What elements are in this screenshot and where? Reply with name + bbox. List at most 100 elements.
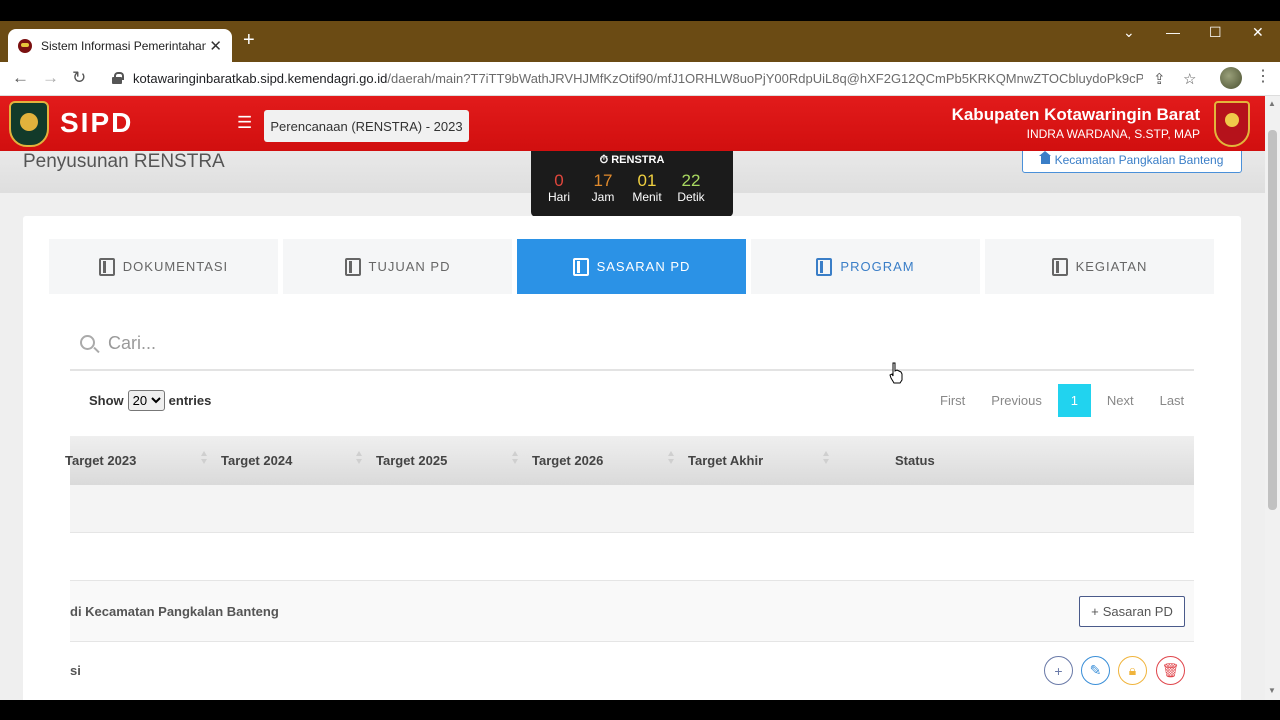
page-size-select[interactable]: 20: [127, 390, 165, 411]
timer-value: 0: [554, 171, 564, 190]
add-sasaran-button[interactable]: + Sasaran PD: [1079, 596, 1185, 627]
sort-icon[interactable]: [356, 451, 362, 465]
tab-kegiatan[interactable]: KEGIATAN: [985, 239, 1214, 294]
table-header: Target 2023 Target 2024 Target 2025 Targ…: [65, 436, 1194, 485]
letterbox-bottom: [0, 700, 1280, 720]
group-row-label: di Kecamatan Pangkalan Banteng: [70, 604, 279, 619]
tab-close-icon[interactable]: ✕: [209, 37, 222, 55]
lock-icon: [112, 72, 124, 84]
site-favicon-icon: [18, 38, 32, 53]
timer-cell: 17 Jam: [581, 171, 625, 205]
document-icon: [344, 257, 361, 276]
item-row-label: si: [70, 663, 81, 678]
brand-logo-text[interactable]: SIPD: [60, 107, 133, 139]
tab-label: KEGIATAN: [1075, 259, 1148, 274]
period-button[interactable]: Perencanaan (RENSTRA) - 2023: [264, 110, 469, 142]
column-header[interactable]: Status: [895, 453, 935, 468]
lock-toggle-icon[interactable]: 🔒︎: [1118, 656, 1147, 685]
table-row: [70, 533, 1194, 581]
pager-next[interactable]: Next: [1094, 393, 1147, 408]
share-icon[interactable]: ⇪: [1153, 70, 1166, 88]
bookmark-star-icon[interactable]: ☆: [1183, 70, 1196, 88]
minimize-button[interactable]: —: [1166, 24, 1180, 40]
screen: Sistem Informasi Pemerintahan D ✕ + ⌄ — …: [0, 0, 1280, 720]
timer-cells: 0 Hari 17 Jam 01 Menit 22 Detik: [537, 171, 713, 205]
column-header[interactable]: Target 2025: [376, 453, 447, 468]
document-icon: [816, 257, 833, 276]
column-header[interactable]: Target 2023: [65, 453, 136, 468]
region-name: Kabupaten Kotawaringin Barat: [951, 105, 1200, 124]
url-host: kotawaringinbaratkab.sipd.kemendagri.go.…: [133, 71, 388, 86]
close-window-button[interactable]: ✕: [1252, 24, 1264, 41]
sort-icon[interactable]: [823, 451, 829, 465]
column-header[interactable]: Target 2024: [221, 453, 292, 468]
search-input[interactable]: [108, 333, 708, 354]
timer-cell: 0 Hari: [537, 171, 581, 205]
user-name: INDRA WARDANA, S.STP, MAP: [1026, 127, 1200, 141]
timer-title: ⏱ RENSTRA: [531, 154, 733, 167]
pager-last[interactable]: Last: [1147, 393, 1198, 408]
profile-avatar[interactable]: [1220, 67, 1242, 89]
timer-unit-label: Jam: [591, 190, 615, 204]
tab-label: TUJUAN PD: [368, 259, 451, 274]
document-icon: [98, 257, 115, 276]
forward-arrow-icon[interactable]: →: [42, 68, 59, 88]
scroll-up-icon[interactable]: ▲: [1268, 99, 1276, 108]
maximize-button[interactable]: ☐: [1209, 24, 1222, 41]
add-sasaran-label: Sasaran PD: [1102, 604, 1173, 619]
pagination: First Previous 1 Next Last: [927, 384, 1197, 417]
pager-current-page[interactable]: 1: [1057, 384, 1091, 417]
region-info: Kabupaten Kotawaringin Barat INDRA WARDA…: [952, 105, 1200, 141]
scroll-down-icon[interactable]: ▼: [1268, 686, 1276, 695]
timer-value: 17: [593, 171, 613, 190]
show-label: Show: [89, 393, 124, 408]
column-header[interactable]: Target 2026: [532, 453, 603, 468]
tab-dokumentasi[interactable]: DOKUMENTASI: [49, 239, 278, 294]
page-scrollbar[interactable]: ▲ ▼: [1265, 96, 1280, 700]
new-tab-button[interactable]: +: [243, 29, 255, 52]
browser-tab[interactable]: Sistem Informasi Pemerintahan D ✕: [8, 29, 232, 62]
browser-tabstrip: Sistem Informasi Pemerintahan D ✕: [0, 21, 1280, 62]
search-box: [70, 326, 1194, 371]
plus-icon: +: [1091, 604, 1099, 619]
timer-unit-label: Menit: [632, 190, 662, 204]
page-title: Penyusunan RENSTRA: [23, 151, 225, 172]
add-row-icon[interactable]: +: [1044, 656, 1073, 685]
page-viewport: Penyusunan RENSTRA Kecamatan Pangkalan B…: [0, 96, 1265, 700]
document-icon: [1051, 257, 1068, 276]
sort-icon[interactable]: [201, 451, 207, 465]
countdown-timer: ⏱ RENSTRA 0 Hari 17 Jam 01 Menit 22 Detik: [531, 151, 733, 217]
timer-cell: 01 Menit: [625, 172, 669, 205]
sort-icon[interactable]: [512, 451, 518, 465]
stopwatch-icon: ⏱: [599, 154, 612, 166]
back-arrow-icon[interactable]: ←: [12, 68, 29, 88]
tab-label: DOKUMENTASI: [122, 259, 229, 274]
tab-program[interactable]: PROGRAM: [751, 239, 980, 294]
table-row: si + ✎ 🔒︎ 🗑︎: [70, 642, 1194, 700]
browser-toolbar: ← → ↻ kotawaringinbaratkab.sipd.kemendag…: [0, 62, 1280, 96]
kemendagri-emblem-icon: [9, 101, 49, 147]
scrollbar-thumb[interactable]: [1268, 130, 1277, 510]
browser-menu-icon[interactable]: ⋮: [1255, 66, 1271, 86]
hand-cursor-icon: [889, 362, 903, 384]
tab-search-icon[interactable]: ⌄: [1123, 24, 1135, 41]
column-header[interactable]: Target Akhir: [688, 453, 763, 468]
main-card: DOKUMENTASI TUJUAN PD SASARAN PD PROGRAM KEG…: [23, 216, 1241, 700]
sort-icon[interactable]: [668, 451, 674, 465]
tab-tujuan-pd[interactable]: TUJUAN PD: [283, 239, 512, 294]
wizard-tabs: DOKUMENTASI TUJUAN PD SASARAN PD PROGRAM KEG…: [49, 239, 1214, 294]
pager-first[interactable]: First: [927, 393, 978, 408]
timer-unit-label: Detik: [677, 190, 705, 204]
document-icon: [572, 257, 589, 276]
address-bar[interactable]: kotawaringinbaratkab.sipd.kemendagri.go.…: [100, 66, 1210, 92]
url-text[interactable]: kotawaringinbaratkab.sipd.kemendagri.go.…: [133, 71, 1143, 86]
table-row-group: di Kecamatan Pangkalan Banteng + Sasaran…: [70, 581, 1194, 642]
app-header: SIPD ☰ Perencanaan (RENSTRA) - 2023 Kabu…: [0, 96, 1265, 151]
timer-cell: 22 Detik: [669, 172, 713, 205]
pager-previous[interactable]: Previous: [978, 393, 1055, 408]
edit-pencil-icon[interactable]: ✎: [1081, 656, 1110, 685]
reload-icon[interactable]: ↻: [72, 68, 86, 88]
hamburger-menu-icon[interactable]: ☰: [237, 113, 252, 133]
tab-sasaran-pd[interactable]: SASARAN PD: [517, 239, 746, 294]
delete-trash-icon[interactable]: 🗑︎: [1156, 656, 1185, 685]
